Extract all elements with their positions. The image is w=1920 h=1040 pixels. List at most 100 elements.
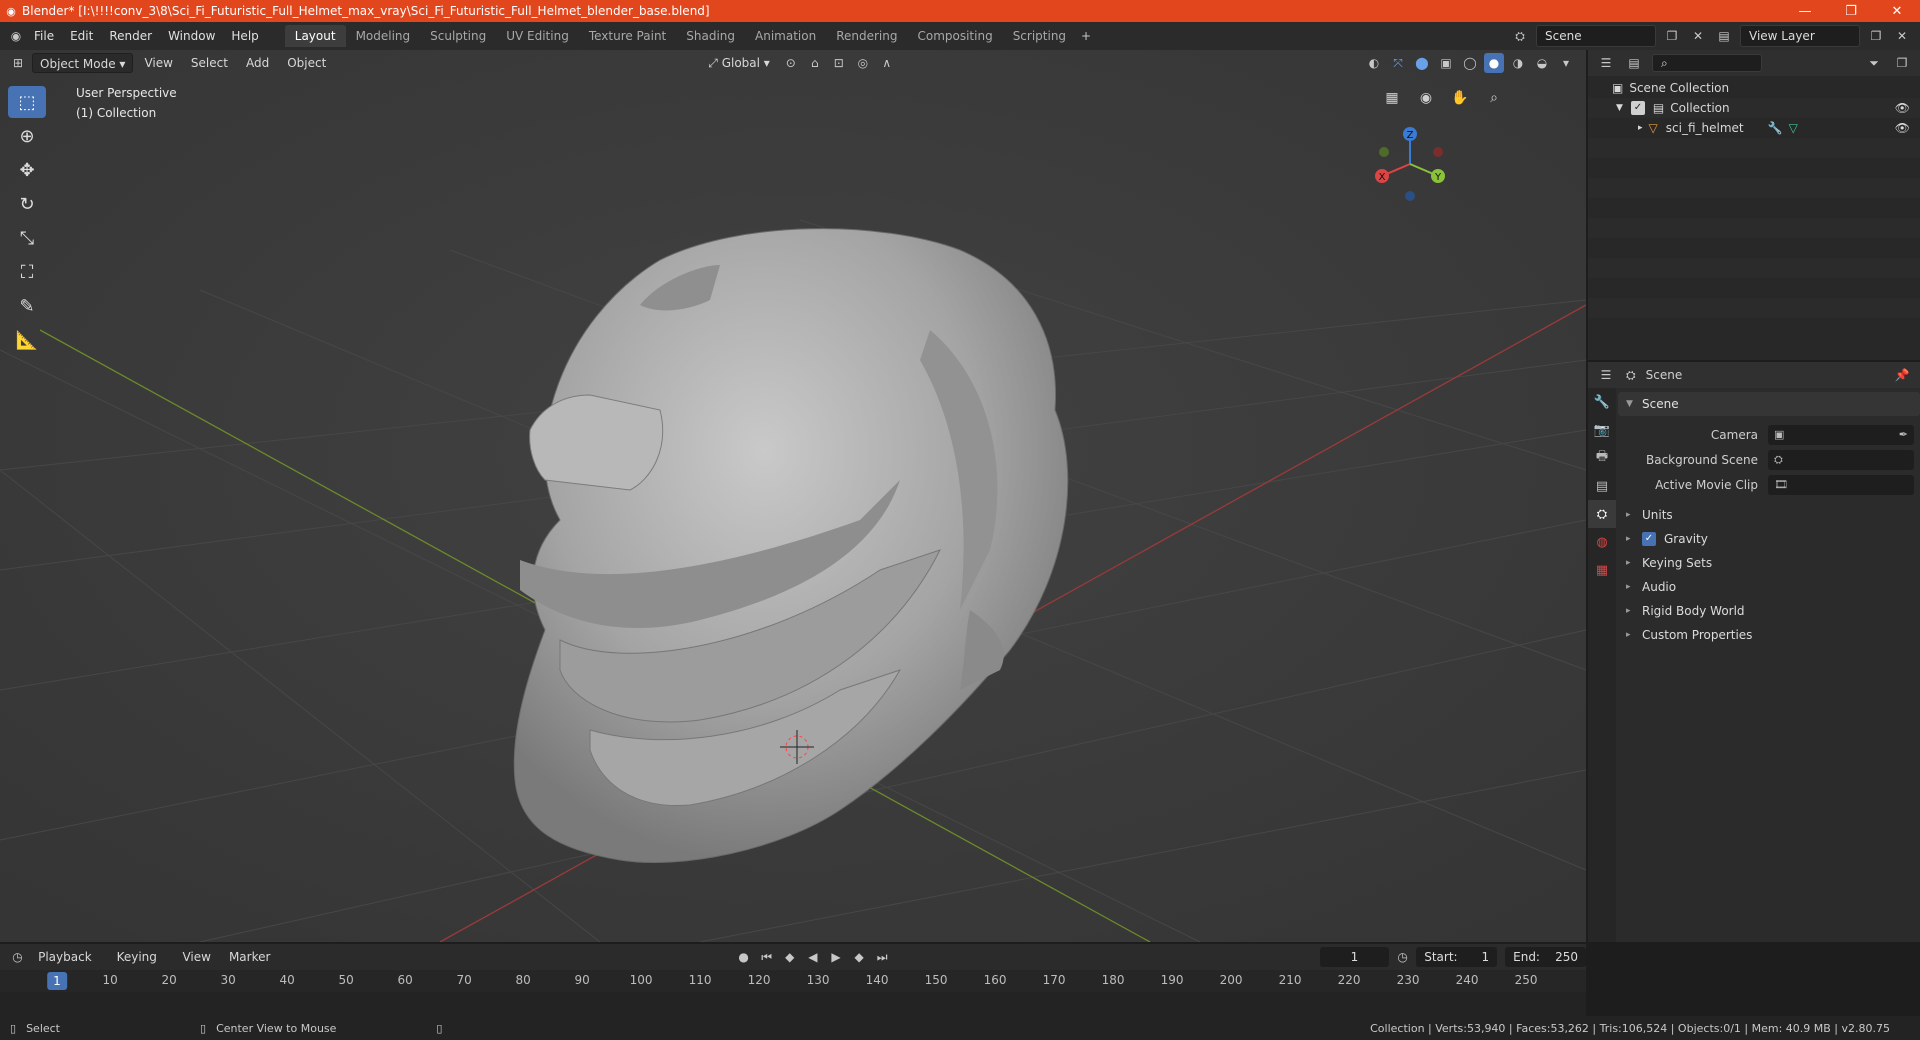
tab-compositing[interactable]: Compositing (907, 25, 1002, 47)
mesh-data-icon[interactable]: ▽ (1789, 121, 1798, 135)
modifier-wrench-icon[interactable]: 🔧 (1768, 121, 1783, 135)
close-icon[interactable]: ✕ (1874, 4, 1920, 19)
outliner-editor-type-icon[interactable]: ☰ (1596, 53, 1616, 73)
delete-view-layer-icon[interactable]: ✕ (1892, 26, 1912, 46)
scene-icon[interactable]: ⛭ (1510, 26, 1530, 46)
rigid-body-world-panel[interactable]: ▸ Rigid Body World (1618, 599, 1920, 623)
zoom-icon[interactable]: ⌕ (1482, 86, 1506, 110)
outliner-row-collection[interactable]: ▼ ✓ ▤ Collection 👁 (1588, 98, 1920, 118)
annotate-tool-icon[interactable]: ✎ (8, 290, 46, 322)
rendered-shading-icon[interactable]: ◒ (1532, 53, 1552, 73)
view-layer-selector[interactable]: View Layer (1740, 25, 1860, 47)
menu-add[interactable]: Add (239, 53, 276, 73)
next-keyframe-icon[interactable]: ◆ (850, 947, 869, 967)
shading-options-icon[interactable]: ▾ (1556, 53, 1576, 73)
material-shading-icon[interactable]: ◑ (1508, 53, 1528, 73)
tool-tab-icon[interactable]: 🔧 (1588, 388, 1616, 416)
scene-selector[interactable]: Scene (1536, 25, 1656, 47)
delete-scene-icon[interactable]: ✕ (1688, 26, 1708, 46)
timeline-track-area[interactable] (0, 992, 1586, 1016)
filter-icon[interactable]: ⏷ (1864, 53, 1884, 73)
active-movie-clip-field[interactable]: 🎞 (1768, 474, 1914, 495)
render-tab-icon[interactable]: 📷 (1588, 416, 1616, 444)
transform-tool-icon[interactable]: ⛶ (8, 256, 46, 288)
pivot-icon[interactable]: ⊙ (781, 53, 801, 73)
grid-view-icon[interactable]: ▦ (1380, 86, 1404, 110)
play-icon[interactable]: ▶ (826, 947, 845, 967)
add-workspace-icon[interactable]: + (1076, 26, 1096, 46)
cursor-tool-icon[interactable]: ⊕ (8, 120, 46, 152)
gravity-checkbox[interactable]: ✓ (1642, 532, 1656, 546)
properties-editor-type-icon[interactable]: ☰ (1596, 365, 1616, 385)
select-box-tool-icon[interactable]: ⬚ (8, 86, 46, 118)
jump-end-icon[interactable]: ⏭ (873, 947, 892, 967)
wireframe-shading-icon[interactable]: ◯ (1460, 53, 1480, 73)
minimize-icon[interactable]: — (1782, 4, 1828, 19)
tab-animation[interactable]: Animation (745, 25, 826, 47)
start-frame-field[interactable]: Start: 1 (1416, 947, 1498, 967)
jump-start-icon[interactable]: ⏮ (757, 947, 776, 967)
tab-modeling[interactable]: Modeling (346, 25, 421, 47)
menu-view[interactable]: View (137, 53, 179, 73)
solid-shading-icon[interactable]: ● (1484, 53, 1504, 73)
display-mode-icon[interactable]: ▤ (1624, 53, 1644, 73)
scale-tool-icon[interactable]: ⤡ (8, 222, 46, 254)
gravity-panel[interactable]: ▸ ✓ Gravity (1618, 527, 1920, 551)
new-view-layer-icon[interactable]: ❐ (1866, 26, 1886, 46)
menu-help[interactable]: Help (223, 25, 266, 47)
new-collection-icon[interactable]: ❐ (1892, 53, 1912, 73)
measure-tool-icon[interactable]: 📐 (8, 324, 46, 356)
current-frame-marker[interactable]: 1 (47, 972, 67, 990)
mode-selector[interactable]: Object Mode ▾ (32, 53, 134, 73)
menu-render[interactable]: Render (101, 25, 160, 47)
camera-field[interactable]: ▣ ✒ (1768, 424, 1914, 445)
view-layer-icon[interactable]: ▤ (1714, 26, 1734, 46)
collection-eye-icon[interactable]: 👁 (1895, 101, 1910, 115)
keying-sets-panel[interactable]: ▸ Keying Sets (1618, 551, 1920, 575)
pin-icon[interactable]: 📌 (1892, 365, 1912, 385)
record-icon[interactable]: ● (734, 947, 753, 967)
output-tab-icon[interactable]: 🖶 (1588, 444, 1616, 472)
falloff-icon[interactable]: ∧ (877, 53, 897, 73)
play-reverse-icon[interactable]: ◀ (803, 947, 822, 967)
proportional-edit-icon[interactable]: ◎ (853, 53, 873, 73)
menu-file[interactable]: File (26, 25, 62, 47)
snap-target-icon[interactable]: ⊡ (829, 53, 849, 73)
tab-sculpting[interactable]: Sculpting (420, 25, 496, 47)
menu-timeline-view[interactable]: View (175, 947, 217, 967)
menu-object[interactable]: Object (280, 53, 333, 73)
3d-viewport[interactable]: ⊞ Object Mode ▾ View Select Add Object ⤢… (0, 50, 1586, 942)
collection-checkbox[interactable]: ✓ (1630, 101, 1645, 115)
timeline-editor-type-icon[interactable]: ◷ (8, 947, 27, 967)
menu-playback[interactable]: Playback ▾ (31, 947, 106, 984)
maximize-icon[interactable]: ❐ (1828, 4, 1874, 19)
xray-icon[interactable]: ▣ (1436, 53, 1456, 73)
menu-edit[interactable]: Edit (62, 25, 101, 47)
tab-shading[interactable]: Shading (676, 25, 745, 47)
editor-type-icon[interactable]: ⊞ (8, 53, 28, 73)
menu-window[interactable]: Window (160, 25, 223, 47)
prev-keyframe-icon[interactable]: ◆ (780, 947, 799, 967)
blender-menu-icon[interactable]: ◉ (6, 26, 26, 46)
scene-tab-icon[interactable]: ⛭ (1588, 500, 1616, 528)
new-scene-icon[interactable]: ❐ (1662, 26, 1682, 46)
menu-marker[interactable]: Marker (222, 947, 277, 967)
background-scene-field[interactable]: ⛭ (1768, 449, 1914, 470)
visibility-icon[interactable]: ◐ (1364, 53, 1384, 73)
orientation-selector[interactable]: ⤢ Global ▾ (701, 53, 777, 73)
tab-uv-editing[interactable]: UV Editing (496, 25, 579, 47)
move-tool-icon[interactable]: ✥ (8, 154, 46, 186)
world-tab-icon[interactable]: ◍ (1588, 528, 1616, 556)
tab-scripting[interactable]: Scripting (1003, 25, 1076, 47)
pan-hand-icon[interactable]: ✋ (1448, 86, 1472, 110)
texture-tab-icon[interactable]: ▦ (1588, 556, 1616, 584)
eyedropper-icon[interactable]: ✒ (1899, 428, 1908, 441)
tab-layout[interactable]: Layout (284, 25, 346, 47)
outliner-row-scene-collection[interactable]: ▣ Scene Collection (1588, 78, 1920, 98)
camera-view-icon[interactable]: ◉ (1414, 86, 1438, 110)
tab-texture-paint[interactable]: Texture Paint (579, 25, 676, 47)
units-panel[interactable]: ▸ Units (1618, 503, 1920, 527)
snap-icon[interactable]: ⌂ (805, 53, 825, 73)
frame-ruler[interactable]: 1 10 20 30 40 50 60 70 80 90 100 110 120 130 140 150 160… (0, 970, 1586, 992)
tab-rendering[interactable]: Rendering (826, 25, 907, 47)
